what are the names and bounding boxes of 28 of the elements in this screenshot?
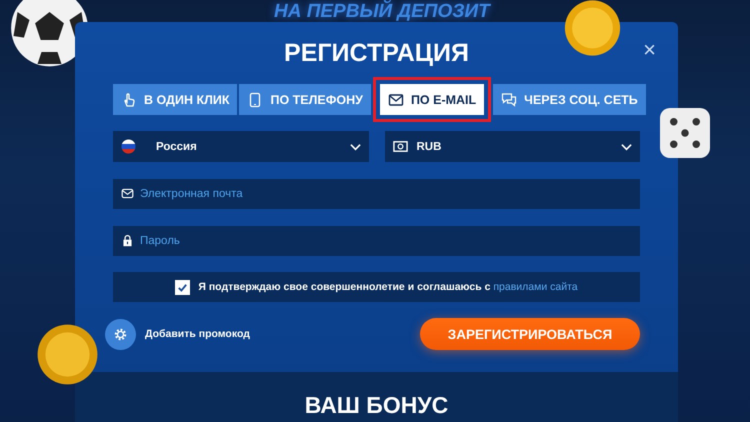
- select-value: RUB: [416, 140, 442, 152]
- dropdown-select[interactable]: RUB: [384, 131, 640, 162]
- check-icon: [177, 282, 188, 292]
- gear-icon: [113, 326, 128, 342]
- chevron-down-icon: [350, 142, 360, 150]
- site-rules-link[interactable]: правилами сайта: [493, 281, 578, 293]
- agreement-checkbox[interactable]: [175, 280, 190, 294]
- bonus-heading: ВАШ БОНУС: [304, 391, 448, 420]
- add-promo-code-button[interactable]: Добавить промокод: [105, 318, 250, 350]
- registration-tab[interactable]: ПО E-MAIL: [380, 84, 484, 115]
- registration-tab[interactable]: В ОДИН КЛИК: [113, 84, 238, 115]
- close-button[interactable]: ×: [639, 38, 660, 62]
- envelope-icon: [388, 92, 404, 108]
- register-button[interactable]: ЗАРЕГИСТРИРОВАТЬСЯ: [420, 318, 640, 350]
- banknote-icon: [392, 139, 408, 154]
- modal-title: РЕГИСТРАЦИЯ: [283, 38, 470, 68]
- dropdown-select[interactable]: Россия: [113, 131, 368, 162]
- banner-headline: НА ПЕРВЫЙ ДЕПОЗИТ: [273, 0, 492, 23]
- flag-icon: [121, 139, 136, 154]
- registration-tab[interactable]: ПО ТЕЛЕФОНУ: [239, 84, 371, 115]
- agreement-text: Я подтверждаю свое совершеннолетие и соглашаюсь с правилами сайта: [198, 281, 578, 293]
- chat-bubbles-icon: [501, 92, 518, 108]
- registration-tab[interactable]: ЧЕРЕЗ СОЦ. СЕТЬ: [493, 84, 646, 115]
- select-value: Россия: [156, 140, 198, 152]
- input-field[interactable]: Электронная почта: [113, 179, 640, 209]
- dice-drawing: [660, 108, 710, 158]
- chevron-down-icon: [621, 142, 632, 150]
- input-field[interactable]: Пароль: [113, 226, 640, 256]
